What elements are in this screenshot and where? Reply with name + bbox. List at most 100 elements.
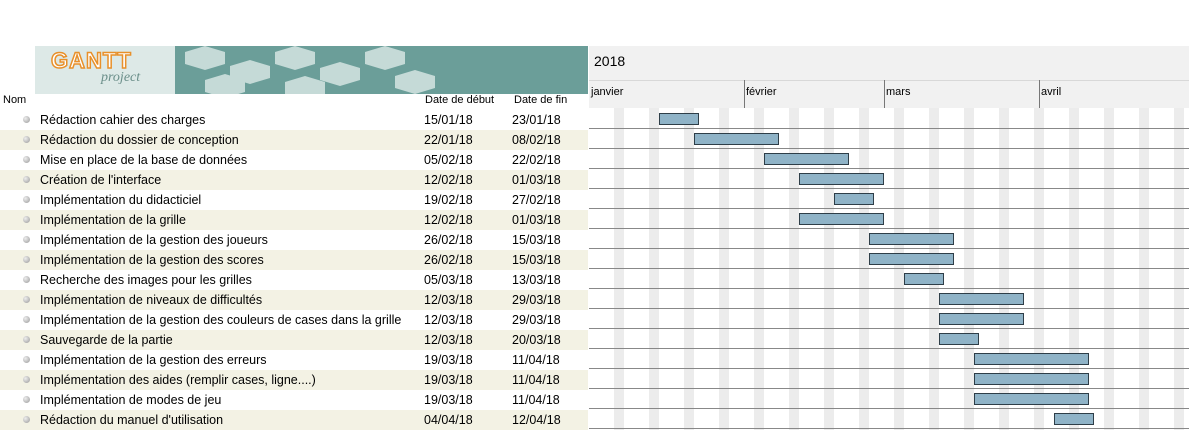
- task-row[interactable]: Implémentation de la gestion des scores 2…: [0, 250, 588, 270]
- row-divider: [589, 328, 1189, 329]
- task-bar[interactable]: [764, 153, 849, 165]
- task-name: Implémentation des aides (remplir cases,…: [40, 373, 316, 387]
- task-bar[interactable]: [974, 373, 1089, 385]
- weekend-stripe: [1104, 108, 1114, 430]
- month-label-mars: mars: [886, 86, 911, 98]
- task-row[interactable]: Implémentation de niveaux de difficultés…: [0, 290, 588, 310]
- task-name: Recherche des images pour les grilles: [40, 273, 252, 287]
- task-bullet-icon: [23, 136, 30, 143]
- task-end-date: 11/04/18: [512, 393, 560, 407]
- row-divider: [589, 168, 1189, 169]
- task-bullet-icon: [23, 116, 30, 123]
- column-header-name[interactable]: Nom: [3, 94, 26, 106]
- task-bar[interactable]: [1054, 413, 1094, 425]
- row-divider: [589, 368, 1189, 369]
- task-row[interactable]: Rédaction du dossier de conception 22/01/…: [0, 130, 588, 150]
- timeline-year: 2018: [594, 53, 626, 69]
- task-bar[interactable]: [869, 253, 954, 265]
- task-end-date: 12/04/18: [512, 413, 561, 427]
- task-row[interactable]: Implémentation de la grille 12/02/18 01/03…: [0, 210, 588, 230]
- task-row[interactable]: Mise en place de la base de données 05/02…: [0, 150, 588, 170]
- task-bar[interactable]: [904, 273, 944, 285]
- task-bar[interactable]: [799, 173, 884, 185]
- task-row[interactable]: Implémentation du didacticiel 19/02/18 27/…: [0, 190, 588, 210]
- task-row[interactable]: Création de l'interface 12/02/18 01/03/18: [0, 170, 588, 190]
- task-bullet-icon: [23, 376, 30, 383]
- month-label-janvier: janvier: [591, 86, 624, 98]
- task-bar[interactable]: [869, 233, 954, 245]
- task-bullet-icon: [23, 276, 30, 283]
- row-divider: [589, 308, 1189, 309]
- task-name: Implémentation de modes de jeu: [40, 393, 222, 407]
- weekend-stripe: [614, 108, 624, 430]
- task-name: Création de l'interface: [40, 173, 162, 187]
- task-bar[interactable]: [799, 213, 884, 225]
- task-row[interactable]: Implémentation de la gestion des couleur…: [0, 310, 588, 330]
- task-bullet-icon: [23, 256, 30, 263]
- weekend-stripe: [649, 108, 659, 430]
- task-bar[interactable]: [694, 133, 779, 145]
- task-row[interactable]: Implémentation des aides (remplir cases,…: [0, 370, 588, 390]
- gantt-project-logo: GANTT project: [35, 46, 588, 94]
- task-row[interactable]: Implémentation de modes de jeu 19/03/18 11…: [0, 390, 588, 410]
- task-bar[interactable]: [974, 393, 1089, 405]
- task-row[interactable]: Implémentation de la gestion des erreurs…: [0, 350, 588, 370]
- column-header-end[interactable]: Date de fin: [514, 94, 567, 106]
- task-row[interactable]: Rédaction cahier des charges 15/01/18 23/0…: [0, 110, 588, 130]
- task-name: Implémentation de niveaux de difficultés: [40, 293, 263, 307]
- month-tick: [884, 80, 885, 108]
- row-divider: [589, 408, 1189, 409]
- row-divider: [589, 288, 1189, 289]
- logo-subtitle: project: [101, 70, 141, 85]
- task-row[interactable]: Sauvegarde de la partie 12/03/18 20/03/18: [0, 330, 588, 350]
- weekend-stripe: [894, 108, 904, 430]
- task-end-date: 29/03/18: [512, 293, 561, 307]
- task-end-date: 27/02/18: [512, 193, 561, 207]
- task-name: Implémentation du didacticiel: [40, 193, 202, 207]
- row-divider: [589, 228, 1189, 229]
- column-header-start[interactable]: Date de début: [425, 94, 494, 106]
- task-start-date: 12/02/18: [424, 173, 473, 187]
- task-end-date: 01/03/18: [512, 213, 561, 227]
- task-start-date: 19/03/18: [424, 373, 473, 387]
- task-row[interactable]: Implémentation de la gestion des joueurs…: [0, 230, 588, 250]
- task-row[interactable]: Recherche des images pour les grilles 05/…: [0, 270, 588, 290]
- task-bullet-icon: [23, 196, 30, 203]
- row-divider: [589, 248, 1189, 249]
- task-bullet-icon: [23, 316, 30, 323]
- task-name: Implémentation de la gestion des couleur…: [40, 313, 402, 327]
- task-bar[interactable]: [939, 313, 1024, 325]
- task-start-date: 05/03/18: [424, 273, 473, 287]
- weekend-stripe: [1174, 108, 1184, 430]
- task-start-date: 22/01/18: [424, 133, 473, 147]
- task-end-date: 20/03/18: [512, 333, 561, 347]
- task-bullet-icon: [23, 356, 30, 363]
- weekend-stripe: [684, 108, 694, 430]
- row-divider: [589, 268, 1189, 269]
- task-bar[interactable]: [974, 353, 1089, 365]
- task-bar[interactable]: [939, 293, 1024, 305]
- task-start-date: 19/03/18: [424, 393, 473, 407]
- task-bar[interactable]: [659, 113, 699, 125]
- task-bullet-icon: [23, 216, 30, 223]
- task-end-date: 23/01/18: [512, 113, 561, 127]
- task-start-date: 19/02/18: [424, 193, 473, 207]
- weekend-stripe: [1139, 108, 1149, 430]
- task-name: Implémentation de la gestion des erreurs: [40, 353, 267, 367]
- task-end-date: 29/03/18: [512, 313, 561, 327]
- timeline-divider: [589, 80, 1189, 81]
- task-bar[interactable]: [939, 333, 979, 345]
- task-start-date: 15/01/18: [424, 113, 473, 127]
- task-start-date: 12/03/18: [424, 333, 473, 347]
- task-start-date: 04/04/18: [424, 413, 473, 427]
- row-divider: [589, 428, 1189, 429]
- weekend-stripe: [754, 108, 764, 430]
- task-name: Mise en place de la base de données: [40, 153, 248, 167]
- task-row[interactable]: Rédaction du manuel d'utilisation 04/04/1…: [0, 410, 588, 430]
- task-name: Rédaction du dossier de conception: [40, 133, 239, 147]
- task-bar[interactable]: [834, 193, 874, 205]
- task-bullet-icon: [23, 396, 30, 403]
- task-end-date: 01/03/18: [512, 173, 561, 187]
- task-bullet-icon: [23, 156, 30, 163]
- task-bullet-icon: [23, 236, 30, 243]
